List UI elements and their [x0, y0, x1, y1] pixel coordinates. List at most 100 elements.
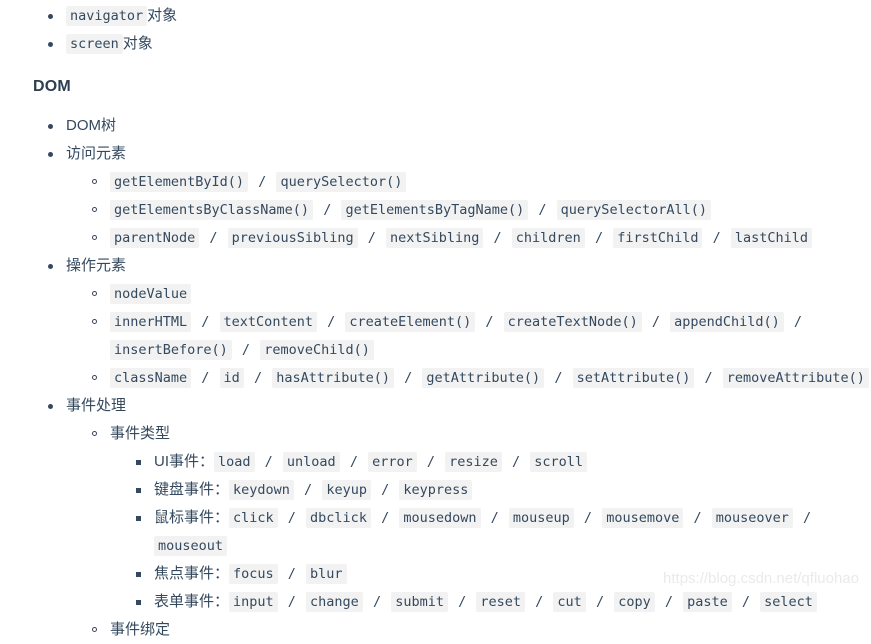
bullet-circle-icon: [92, 431, 97, 436]
event-row: 键盘事件： keydown / keyup / keypress: [154, 476, 871, 504]
code-span: change: [306, 592, 363, 612]
code-separator: /: [341, 454, 367, 470]
code-separator: /: [279, 594, 305, 610]
list-item: 键盘事件： keydown / keyup / keypress: [132, 476, 871, 504]
code-separator: /: [372, 510, 398, 526]
code-span: keypress: [399, 480, 473, 500]
code-separator: /: [250, 174, 275, 190]
code-span: insertBefore(): [110, 340, 232, 360]
code-span: firstChild: [613, 228, 703, 248]
code-line: innerHTML / textContent / createElement(…: [110, 308, 871, 364]
list-item-label: 操作元素: [66, 257, 127, 274]
code-separator: /: [482, 510, 507, 526]
code-separator: /: [696, 370, 721, 386]
event-row-label: 键盘事件：: [154, 481, 230, 498]
list-item-content: navigator 对象: [66, 2, 871, 30]
code-span: className: [110, 368, 192, 388]
code-separator: /: [685, 510, 710, 526]
code-span: dbclick: [306, 508, 371, 528]
browser-objects-list: navigator 对象 screen 对象: [0, 2, 871, 58]
bullet-circle-icon: [92, 207, 97, 212]
code-span: focus: [229, 564, 278, 584]
code-separator: /: [450, 594, 475, 610]
bullet-circle-icon: [92, 291, 97, 296]
list-item: getElementById() / querySelector(): [88, 168, 871, 196]
browser-objects-section: navigator 对象 screen 对象: [0, 2, 871, 58]
event-row-label: 表单事件：: [154, 593, 230, 610]
code-span: nodeValue: [110, 284, 192, 304]
list-item: UI事件： load / unload / error / resize / sc…: [132, 448, 871, 476]
list-item-label: 事件处理: [66, 397, 127, 414]
bullet-square-icon: [136, 488, 141, 493]
code-separator: /: [546, 370, 571, 386]
code-span: unload: [282, 452, 340, 472]
code-span: innerHTML: [110, 312, 192, 332]
bullet-disc-icon: [48, 14, 53, 19]
code-span: load: [214, 452, 255, 472]
code-span: copy: [614, 592, 655, 612]
article-content: navigator 对象 screen 对象 DOM DOM树 访问元素 get…: [0, 0, 871, 638]
code-span: getElementById(): [110, 172, 249, 192]
code-span: mousemove: [602, 508, 684, 528]
code-separator: /: [586, 230, 612, 246]
code-separator: /: [477, 314, 502, 330]
event-row: UI事件： load / unload / error / resize / sc…: [154, 448, 871, 476]
code-span: click: [229, 508, 278, 528]
list-item: navigator 对象: [44, 2, 871, 30]
code-span: previousSibling: [227, 228, 358, 248]
code-separator: /: [530, 202, 555, 218]
list-item: getElementsByClassName() / getElementsBy…: [88, 196, 871, 224]
code-separator: /: [279, 510, 305, 526]
code-span: input: [229, 592, 278, 612]
code-span: mouseover: [711, 508, 793, 528]
bullet-square-icon: [136, 516, 141, 521]
code-span: appendChild(): [670, 312, 784, 332]
bullet-square-icon: [136, 460, 141, 465]
code-span: cut: [553, 592, 586, 612]
code-separator: /: [656, 594, 682, 610]
code-separator: /: [372, 482, 398, 498]
list-item: nodeValue: [88, 280, 871, 308]
code-span: submit: [391, 592, 448, 612]
list-item-event-handling: 事件处理 事件类型 UI事件： load / unload / error / r…: [44, 392, 871, 644]
code-separator: /: [396, 370, 421, 386]
code-span: scroll: [530, 452, 588, 472]
code-separator: /: [785, 314, 803, 330]
code-span: getElementsByTagName(): [341, 200, 529, 220]
code-span: removeChild(): [260, 340, 374, 360]
code-line: nodeValue: [110, 280, 871, 308]
manipulate-elements-sublist: nodeValue innerHTML / textContent / crea…: [66, 280, 871, 392]
event-row-label: UI事件：: [154, 453, 215, 470]
code-separator: /: [704, 230, 729, 246]
code-span: mouseup: [508, 508, 574, 528]
code-separator: /: [643, 314, 669, 330]
list-item-label: 对象: [122, 35, 153, 52]
bullet-square-icon: [136, 572, 141, 577]
list-item-label: 对象: [147, 7, 178, 24]
code-span: paste: [683, 592, 732, 612]
dom-section: DOM树 访问元素 getElementById() / querySelect…: [0, 112, 871, 644]
code-span: resize: [445, 452, 502, 472]
bullet-square-icon: [136, 600, 141, 605]
code-separator: /: [485, 230, 510, 246]
code-separator: /: [279, 566, 305, 582]
list-item: 表单事件： input / change / submit / reset / c…: [132, 588, 871, 616]
list-item-dom-tree: DOM树: [44, 112, 871, 140]
code-span: select: [760, 592, 817, 612]
list-item: screen 对象: [44, 30, 871, 58]
code-span: querySelectorAll(): [556, 200, 711, 220]
code-separator: /: [193, 314, 218, 330]
bullet-disc-icon: [48, 124, 53, 129]
code-line: getElementById() / querySelector(): [110, 168, 871, 196]
code-span: children: [511, 228, 585, 248]
code-separator: /: [503, 454, 529, 470]
list-item: 鼠标事件： click / dbclick / mousedown / mouse…: [132, 504, 871, 560]
code-separator: /: [418, 454, 444, 470]
list-item: className / id / hasAttribute() / getAtt…: [88, 364, 871, 392]
code-separator: /: [364, 594, 390, 610]
code-span: nextSibling: [385, 228, 484, 248]
event-types-list: UI事件： load / unload / error / resize / sc…: [110, 448, 871, 616]
code-span: setAttribute(): [572, 368, 695, 388]
code-separator: /: [233, 342, 259, 358]
event-row-label: 鼠标事件：: [154, 509, 230, 526]
